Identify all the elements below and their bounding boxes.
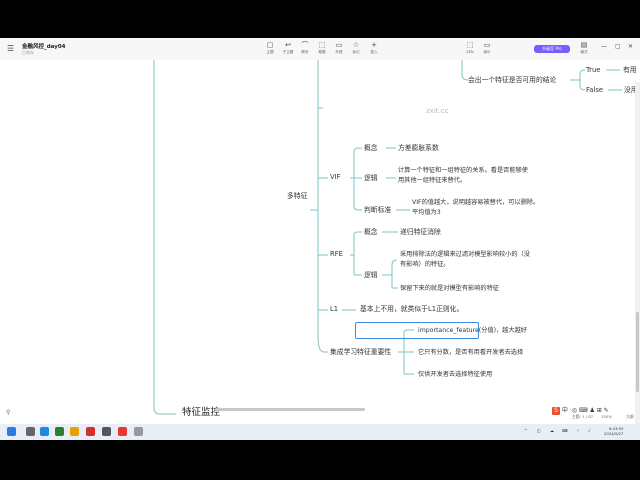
topic-vif-judge[interactable]: 判断标准 [364, 206, 391, 215]
chrome-icon[interactable] [86, 427, 95, 436]
toolbar-relationship-button[interactable]: ⌒ 联系 [296, 41, 314, 55]
topic-rfe-concept-text[interactable]: 递归特征消除 [400, 228, 441, 237]
tray-sync-icon[interactable]: ☁ [550, 428, 554, 433]
network-icon[interactable]: ⌔ [576, 428, 580, 434]
topic-vif-judge-text-2[interactable]: 平均值为3 [412, 208, 441, 217]
topic-vif-concept[interactable]: 概念 [364, 144, 378, 153]
summary-icon: ⬚ [318, 41, 326, 49]
topic-ensemble-item-2[interactable]: 它只有分数，是否有用看开发者去选择 [418, 348, 523, 357]
star-icon: ☆ [352, 41, 360, 49]
topic-true-useful[interactable]: 有用 [623, 66, 637, 75]
upgrade-pro-button[interactable]: 升级至 Pro [534, 45, 570, 53]
taskbar: ^ ◫ ☁ ⌨ ⌔ ♪ 9:43:03 2024/5/27 [0, 424, 640, 440]
sogou-ime-icon[interactable]: S [552, 407, 560, 415]
status-bar: ⚲ 主题: 1 / 87 150% 大纲 [0, 404, 640, 424]
topic-false[interactable]: False [586, 86, 603, 95]
start-icon[interactable] [7, 427, 16, 436]
menu-icon[interactable]: ☰ [7, 44, 14, 53]
toolbar-subtopic-button[interactable]: ↩ 子主题 [279, 41, 297, 55]
watermark: zxit.cc [426, 107, 449, 115]
topic-vif[interactable]: VIF [330, 173, 341, 182]
vertical-scroll-thumb[interactable] [636, 312, 639, 392]
close-icon[interactable]: ✕ [628, 43, 633, 50]
topic-rfe[interactable]: RFE [330, 250, 343, 259]
topic-vif-logic-text-1[interactable]: 计算一个特征和一组特征的关系。看是否能够使 [398, 166, 528, 175]
toolbar-zen-button[interactable]: ⬚ ZEN [461, 41, 479, 54]
save-status: 已保存 [22, 50, 34, 55]
clock[interactable]: 9:43:03 2024/5/27 [604, 426, 623, 436]
mindmap-connectors [153, 60, 622, 415]
ime-toolbar[interactable]: S 中 ·◎ ⌨ ♟ ⊞ ✎ [552, 405, 609, 415]
topic-rfe-concept[interactable]: 概念 [364, 228, 378, 237]
topic-rfe-logic-text-3[interactable]: 保留下来的就是对模型有影响的特征 [400, 284, 499, 293]
document-title: 金融风控_day04 [22, 44, 66, 50]
topic-ensemble-item-1[interactable]: importance_feature(分值)，越大越好 [418, 326, 527, 335]
topic-ensemble[interactable]: 集成学习特征重要性 [330, 348, 391, 357]
tray-input-icon[interactable]: ⌨ [562, 428, 568, 433]
toolbar-summary-button[interactable]: ⬚ 概要 [313, 41, 331, 55]
topic-vif-logic-text-2[interactable]: 用其他一组特征来替代。 [398, 176, 466, 185]
topic-rfe-logic-text-2[interactable]: 有影响）的特征。 [400, 260, 450, 269]
tray-app-icon[interactable]: ◫ [537, 428, 541, 433]
tray-chevron-icon[interactable]: ^ [524, 428, 527, 433]
filter-icon[interactable]: ⚲ [6, 409, 10, 416]
xmind-icon[interactable] [118, 427, 127, 436]
toolbar-present-button[interactable]: ▭ 演示 [478, 41, 496, 55]
toolbar: ☰ 金融风控_day04 已保存 ▢ 主题 ↩ 子主题 ⌒ 联系 ⬚ 概要 ▭ 外框 ☆ 标… [0, 38, 640, 61]
topic-conclusion[interactable]: 会出一个特征是否可用的结论 [468, 76, 556, 85]
toolbar-topic-button[interactable]: ▢ 主题 [261, 41, 279, 55]
topic-true[interactable]: True [586, 66, 600, 75]
plus-icon: + [371, 41, 377, 49]
topic-vif-concept-text[interactable]: 方差膨胀系数 [398, 144, 439, 153]
topic-vif-logic[interactable]: 逻辑 [364, 174, 378, 183]
zen-icon: ⬚ [466, 41, 474, 49]
app-window: ☰ 金融风控_day04 已保存 ▢ 主题 ↩ 子主题 ⌒ 联系 ⬚ 概要 ▭ 外框 ☆ 标… [0, 38, 640, 424]
topic-l1-text[interactable]: 基本上不用，就类似于L1正则化。 [360, 305, 463, 314]
files-icon[interactable] [70, 427, 79, 436]
pycharm-icon[interactable] [55, 427, 64, 436]
toolbar-boundary-button[interactable]: ▭ 外框 [330, 41, 348, 55]
subtopic-icon: ↩ [285, 41, 291, 49]
browser-icon[interactable] [40, 427, 49, 436]
boundary-icon: ▭ [335, 41, 343, 49]
toolbar-marker-button[interactable]: ☆ 标记 [347, 41, 365, 55]
task-view-icon[interactable] [26, 427, 35, 436]
format-icon: ▤ [580, 41, 588, 49]
mindmap-canvas[interactable]: zxit.cc 会出一个特征是否可用的结论 True 有用 False 没用 多… [0, 60, 640, 424]
outline-view-button[interactable]: 大纲 [626, 414, 634, 420]
volume-icon[interactable]: ♪ [588, 428, 591, 433]
terminal-icon[interactable] [102, 427, 111, 436]
toolbar-insert-button[interactable]: + 插入 [365, 41, 383, 55]
topic-vif-judge-text-1[interactable]: VIF的值越大，说明越容易被替代，可以删除。 [412, 198, 539, 207]
ime-mode-label[interactable]: 中 [562, 407, 568, 414]
misc-app-icon[interactable] [134, 427, 143, 436]
topic-ensemble-item-3[interactable]: 仅供开发者去选择特征使用 [418, 370, 492, 379]
vertical-scrollbar[interactable] [635, 82, 640, 424]
topic-multi-feature[interactable]: 多特征 [287, 192, 307, 201]
topic-rfe-logic[interactable]: 逻辑 [364, 271, 378, 280]
maximize-icon[interactable]: ▢ [615, 43, 621, 50]
toolbar-format-button[interactable]: ▤ 格式 [575, 41, 593, 55]
topic-rfe-logic-text-1[interactable]: 采用排除法的逻辑来过滤对模型影响较小的（没 [400, 250, 530, 259]
relationship-icon: ⌒ [301, 41, 309, 49]
topic-icon: ▢ [266, 41, 274, 49]
topic-l1[interactable]: L1 [330, 305, 338, 314]
minimize-icon[interactable]: — [601, 43, 607, 50]
present-icon: ▭ [483, 41, 491, 49]
